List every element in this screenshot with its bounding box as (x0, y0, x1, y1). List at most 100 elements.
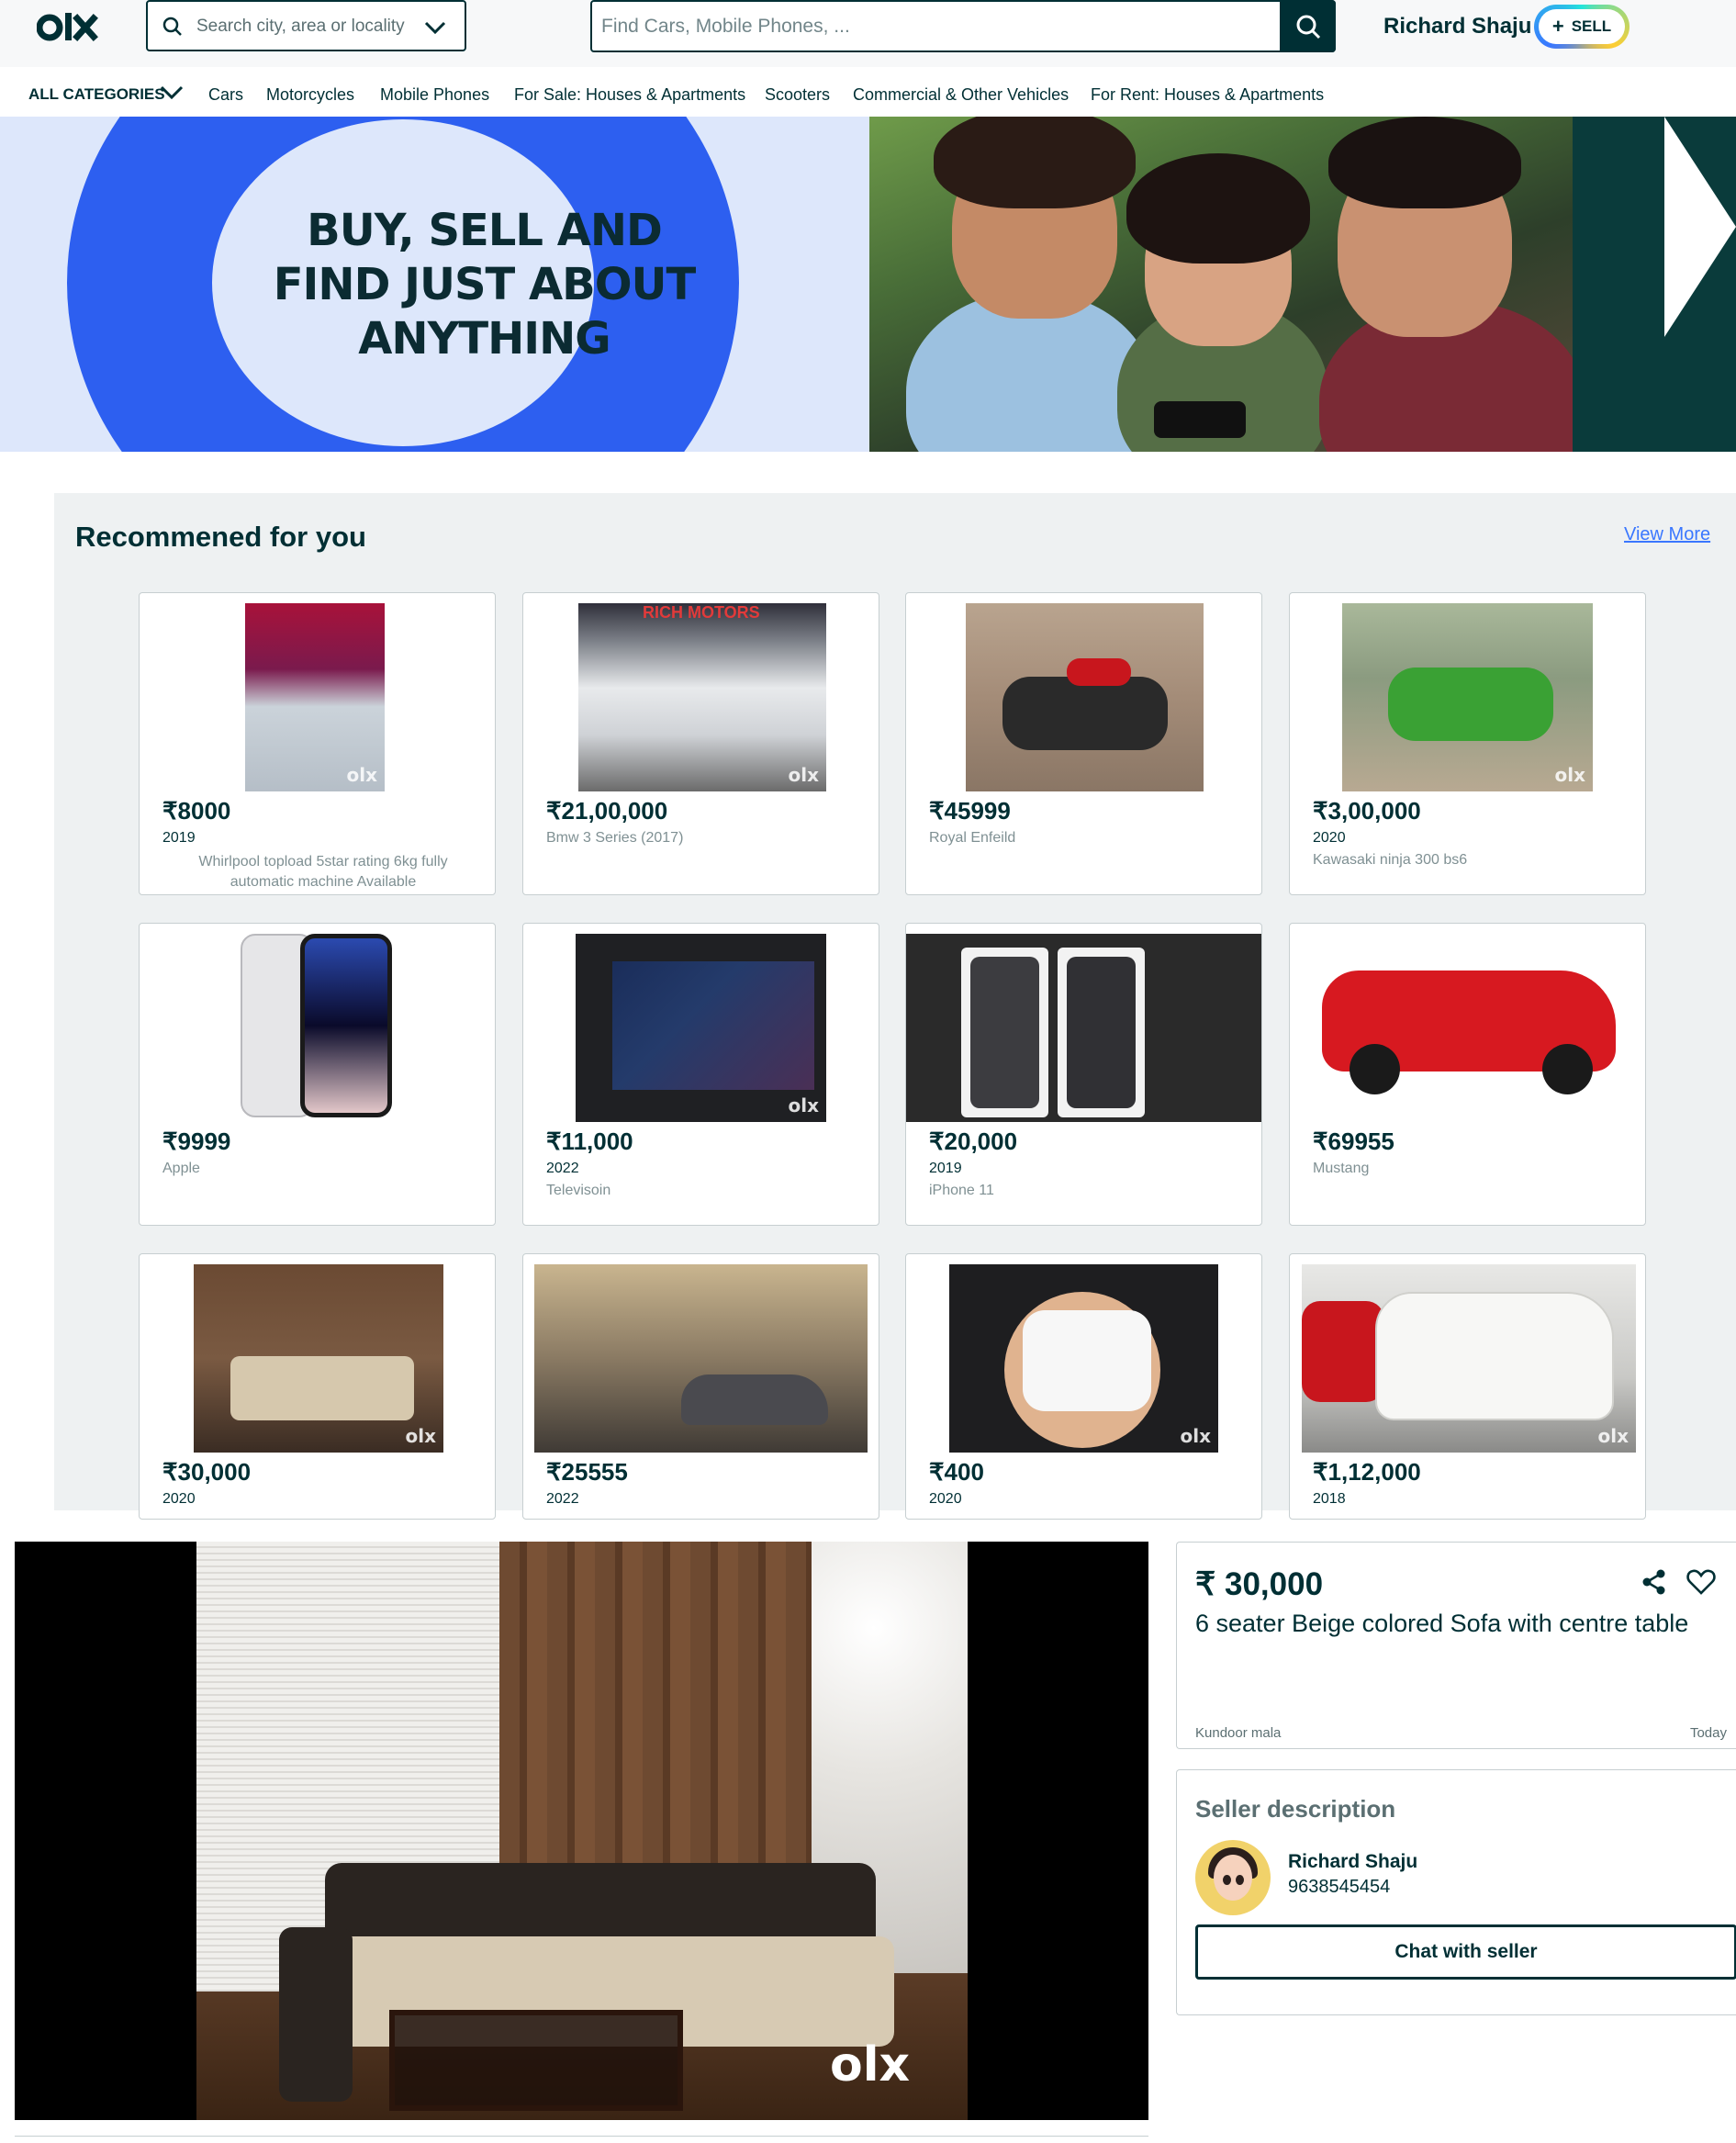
listing-image (906, 934, 1261, 1122)
arrow-right-icon (1664, 117, 1736, 337)
room-photo (196, 1542, 968, 2120)
phone-2 (1067, 957, 1136, 1108)
category-houses-rent[interactable]: For Rent: Houses & Apartments (1091, 85, 1324, 105)
avatar-face (1214, 1855, 1252, 1901)
search-button[interactable] (1280, 0, 1336, 52)
listing-price: ₹69955 (1313, 1128, 1394, 1155)
listing-card[interactable]: olx ₹8000 2019 Whirlpool topload 5star r… (139, 592, 496, 895)
olx-watermark: olx (1554, 764, 1586, 786)
search-input[interactable]: Find Cars, Mobile Phones, ... (590, 0, 1336, 52)
listing-price: ₹400 (929, 1458, 984, 1486)
listing-image: RICH MOTORS olx (578, 603, 826, 791)
motorcycle-body (1388, 668, 1553, 741)
olx-watermark: olx (405, 1425, 437, 1447)
listing-main-image[interactable]: olx (15, 1542, 1148, 2120)
listing-image: olx (1342, 603, 1593, 791)
listing-card[interactable]: olx ₹1,12,000 2018 (1289, 1253, 1646, 1520)
user-name[interactable]: Richard Shaju (1383, 14, 1531, 39)
listing-card[interactable]: ₹25555 2022 (522, 1253, 879, 1520)
location-placeholder: Search city, area or locality (196, 17, 405, 36)
car-wheel (1350, 1044, 1400, 1094)
phone-front (300, 934, 392, 1117)
listing-price: ₹3,00,000 (1313, 797, 1421, 825)
banner-headline: BUY, SELL AND FIND JUST ABOUT ANYTHING (248, 204, 721, 366)
olx-logo[interactable] (37, 6, 106, 50)
motorcycle-tank (1067, 658, 1131, 686)
motorcycle-body (1002, 677, 1168, 750)
listing-card[interactable]: ₹45999 Royal Enfeild (905, 592, 1262, 895)
seller-name[interactable]: Richard Shaju (1288, 1851, 1417, 1873)
listing-price: ₹1,12,000 (1313, 1458, 1421, 1486)
banner-line-3: ANYTHING (358, 313, 610, 365)
listing-image (1313, 934, 1625, 1122)
view-more-link[interactable]: View More (1624, 524, 1710, 545)
banner-side-panel (1573, 117, 1736, 452)
plus-icon: + (1551, 15, 1564, 38)
listing-year: 2019 (929, 1161, 962, 1176)
category-houses-sale[interactable]: For Sale: Houses & Apartments (514, 85, 745, 105)
listing-desc: Kawasaki ninja 300 bs6 (1313, 852, 1468, 868)
banner-graphic: BUY, SELL AND FIND JUST ABOUT ANYTHING (0, 117, 869, 452)
listing-image: olx (576, 934, 826, 1122)
olx-watermark: olx (830, 2037, 911, 2093)
top-header: Search city, area or locality Find Cars,… (0, 0, 1736, 67)
sofa (230, 1356, 414, 1420)
listing-card[interactable]: olx ₹11,000 2022 Televisoin (522, 923, 879, 1226)
red-car (1302, 1301, 1384, 1402)
chevron-down-icon (160, 85, 184, 100)
listing-desc: Televisoin (546, 1183, 611, 1198)
listing-image (966, 603, 1204, 791)
listing-image: olx (245, 603, 385, 791)
sell-button[interactable]: + SELL (1534, 5, 1630, 49)
listing-year: 2020 (1313, 830, 1346, 846)
olx-watermark: olx (346, 764, 378, 786)
sell-button-inner: + SELL (1539, 9, 1625, 44)
listing-desc: iPhone 11 (929, 1183, 994, 1198)
category-scooters[interactable]: Scooters (765, 85, 830, 105)
listing-price: ₹11,000 (546, 1128, 633, 1155)
chat-with-seller-button[interactable]: Chat with seller (1195, 1924, 1736, 1980)
listing-card[interactable]: olx ₹3,00,000 2020 Kawasaki ninja 300 bs… (1289, 592, 1646, 895)
listing-price: ₹20,000 (929, 1128, 1018, 1155)
category-motorcycles[interactable]: Motorcycles (266, 85, 354, 105)
page: Search city, area or locality Find Cars,… (0, 0, 1736, 2143)
listing-image: olx (949, 1264, 1218, 1453)
category-commercial-vehicles[interactable]: Commercial & Other Vehicles (853, 85, 1069, 105)
location-search-field[interactable]: Search city, area or locality (146, 0, 466, 51)
avatar-eye (1236, 1875, 1244, 1885)
olx-watermark: olx (788, 1094, 820, 1116)
listing-card[interactable]: olx ₹400 2020 (905, 1253, 1262, 1520)
all-categories-dropdown[interactable]: ALL CATEGORIES (28, 85, 184, 104)
person-1-hair (934, 117, 1136, 208)
heart-icon[interactable] (1686, 1568, 1716, 1596)
chevron-down-icon[interactable] (422, 15, 448, 40)
category-cars[interactable]: Cars (208, 85, 243, 105)
listing-card[interactable]: ₹20,000 2019 iPhone 11 (905, 923, 1262, 1226)
listing-card[interactable]: ₹9999 Apple (139, 923, 496, 1226)
listing-desc: Royal Enfeild (929, 830, 1016, 846)
phone-in-hand (1154, 401, 1246, 438)
listing-desc: Mustang (1313, 1161, 1370, 1176)
listing-card[interactable]: RICH MOTORS olx ₹21,00,000 Bmw 3 Series … (522, 592, 879, 895)
all-categories-label: ALL CATEGORIES (28, 85, 165, 103)
listing-year: 2019 (162, 830, 196, 846)
listing-price: ₹45999 (929, 797, 1011, 825)
listing-location: Kundoor mala (1195, 1725, 1282, 1741)
avatar[interactable] (1195, 1840, 1271, 1915)
category-mobile-phones[interactable]: Mobile Phones (380, 85, 489, 105)
listing-price: ₹21,00,000 (546, 797, 668, 825)
centre-table (389, 2010, 683, 2111)
listing-image (534, 1264, 868, 1453)
listing-card[interactable]: olx ₹30,000 2020 (139, 1253, 496, 1520)
seller-card: Seller description Richard Shaju 9638545… (1176, 1769, 1736, 2015)
olx-watermark: olx (1597, 1425, 1630, 1447)
recommended-section: Recommened for you View More olx ₹8000 2… (54, 493, 1736, 1520)
banner-line-2: FIND JUST ABOUT (273, 259, 697, 310)
listing-price: ₹30,000 (162, 1458, 252, 1486)
hero-banner[interactable]: BUY, SELL AND FIND JUST ABOUT ANYTHING (0, 117, 1736, 452)
listing-image: olx (1302, 1264, 1636, 1453)
listing-desc: Bmw 3 Series (2017) (546, 830, 684, 846)
car (681, 1374, 828, 1425)
share-icon[interactable] (1641, 1568, 1668, 1596)
listing-card[interactable]: ₹69955 Mustang (1289, 923, 1646, 1226)
